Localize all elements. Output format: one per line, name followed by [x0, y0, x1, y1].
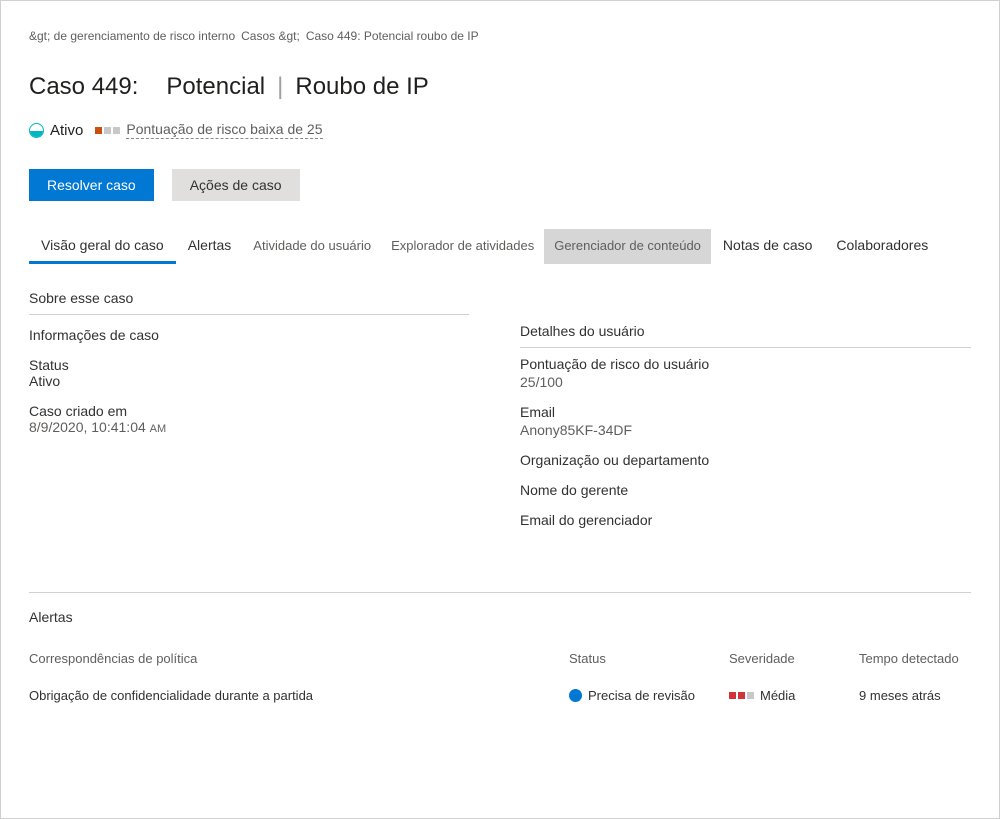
- created-value: 8/9/2020, 10:41:04 AM: [29, 419, 480, 435]
- col-header-policy: Correspondências de política: [29, 651, 569, 666]
- status-label: Status: [29, 357, 480, 373]
- tab-activity-explorer[interactable]: Explorador de atividades: [381, 229, 544, 264]
- resolve-case-button[interactable]: Resolver caso: [29, 169, 154, 201]
- user-details-heading: Detalhes do usuário: [520, 323, 971, 348]
- tab-alerts[interactable]: Alertas: [176, 229, 244, 264]
- overview-columns: Informações de caso Status Ativo Caso cr…: [29, 323, 971, 542]
- status-dot-icon: [569, 689, 582, 702]
- risk-bars-icon: [95, 127, 120, 134]
- title-separator: |: [277, 73, 283, 101]
- breadcrumb-casos[interactable]: Casos &gt;: [241, 29, 300, 43]
- status-badge: Ativo: [29, 122, 83, 139]
- severity-bars-icon: [729, 692, 754, 699]
- alerts-heading: Alertas: [29, 609, 971, 625]
- user-risk-value: 25/100: [520, 374, 971, 390]
- status-circle-icon: [29, 123, 44, 138]
- alert-status-text: Precisa de revisão: [588, 688, 695, 703]
- created-label: Caso criado em: [29, 403, 480, 419]
- status-value: Ativo: [29, 373, 480, 389]
- risk-text: Pontuação de risco baixa de 25: [126, 121, 322, 139]
- col-header-severity: Severidade: [729, 651, 859, 666]
- table-row[interactable]: Obrigação de confidencialidade durante a…: [29, 688, 971, 703]
- case-info-heading: Informações de caso: [29, 327, 480, 343]
- user-email-value: Anony85KF-34DF: [520, 422, 971, 438]
- created-datetime: 8/9/2020, 10:41:04: [29, 419, 146, 435]
- user-org-label: Organização ou departamento: [520, 452, 971, 468]
- alert-policy: Obrigação de confidencialidade durante a…: [29, 688, 569, 703]
- tabs: Visão geral do caso Alertas Atividade do…: [29, 229, 971, 264]
- alert-detected-rest: meses atrás: [870, 688, 941, 703]
- tab-content-manager[interactable]: Gerenciador de conteúdo: [544, 229, 711, 264]
- alert-detected-cell: 9 meses atrás: [859, 688, 971, 703]
- alerts-section: Alertas Correspondências de política Sta…: [29, 592, 971, 703]
- manager-name-label: Nome do gerente: [520, 482, 971, 498]
- col-header-detected: Tempo detectado: [859, 651, 971, 666]
- action-row: Resolver caso Ações de caso: [29, 169, 971, 201]
- risk-indicator: Pontuação de risco baixa de 25: [95, 121, 322, 139]
- title-mid: Potencial: [166, 73, 265, 101]
- tab-case-notes[interactable]: Notas de caso: [711, 229, 825, 264]
- alert-severity-cell: Média: [729, 688, 859, 703]
- case-info-column: Informações de caso Status Ativo Caso cr…: [29, 323, 480, 542]
- breadcrumb: &gt; de gerenciamento de risco interno C…: [29, 29, 971, 43]
- title-suffix: Roubo de IP: [295, 73, 428, 101]
- tab-case-overview[interactable]: Visão geral do caso: [29, 229, 176, 264]
- alert-severity-text: Média: [760, 688, 795, 703]
- title-prefix: Caso 449:: [29, 73, 138, 101]
- user-email-label: Email: [520, 404, 971, 420]
- breadcrumb-case: Caso 449: Potencial roubo de IP: [306, 29, 479, 43]
- alerts-column-headers: Correspondências de política Status Seve…: [29, 651, 971, 666]
- manager-email-label: Email do gerenciador: [520, 512, 971, 528]
- status-line: Ativo Pontuação de risco baixa de 25: [29, 121, 971, 139]
- page-title: Caso 449: Potencial | Roubo de IP: [29, 73, 971, 101]
- breadcrumb-root[interactable]: &gt; de gerenciamento de risco interno: [29, 29, 235, 43]
- about-case-heading: Sobre esse caso: [29, 290, 469, 315]
- alert-status-cell: Precisa de revisão: [569, 688, 729, 703]
- tab-collaborators[interactable]: Colaboradores: [824, 229, 940, 264]
- user-details-column: Detalhes do usuário Pontuação de risco d…: [520, 323, 971, 542]
- case-actions-button[interactable]: Ações de caso: [172, 169, 300, 201]
- created-ampm: AM: [150, 423, 167, 435]
- alert-detected-num: 9: [859, 688, 866, 703]
- status-text: Ativo: [50, 122, 83, 139]
- user-risk-label: Pontuação de risco do usuário: [520, 356, 971, 372]
- col-header-status: Status: [569, 651, 729, 666]
- tab-user-activity[interactable]: Atividade do usuário: [243, 229, 381, 264]
